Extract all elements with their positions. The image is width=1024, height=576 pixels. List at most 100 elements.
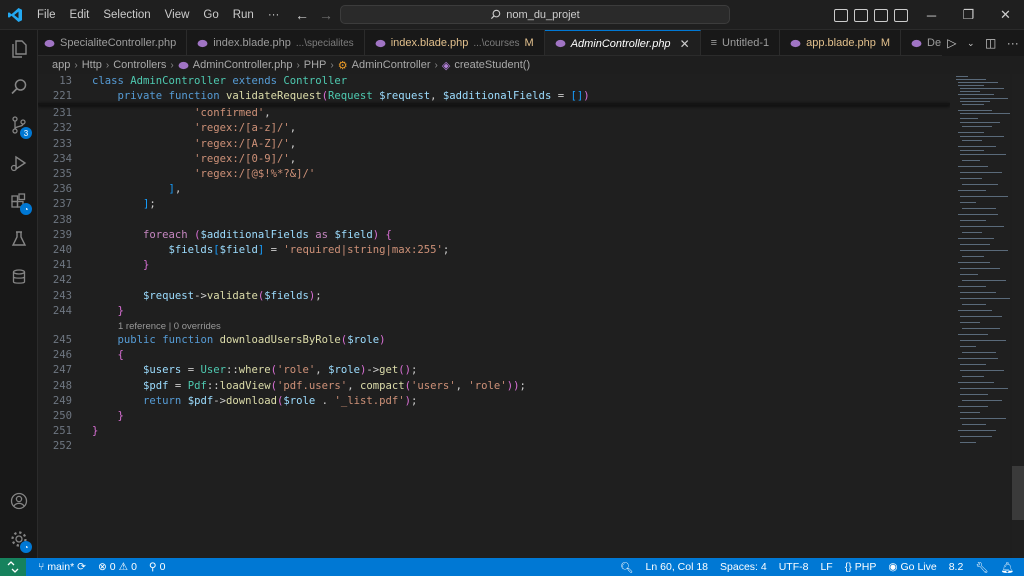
settings-icon[interactable]: ◔: [0, 520, 38, 558]
search-icon: [491, 9, 501, 20]
code-text: {: [117, 349, 124, 362]
tab-index-blade-courses[interactable]: index.blade.php ...\courses M: [365, 30, 545, 55]
line-number: 233: [52, 137, 72, 150]
toggle-primary-sidebar-icon[interactable]: [834, 8, 848, 22]
more-actions-icon[interactable]: ···: [1007, 36, 1019, 50]
code-text: 'regex:/[0-9]/',: [194, 152, 297, 165]
menu-go[interactable]: Go: [196, 0, 225, 30]
php-file-icon: [555, 39, 566, 48]
remote-indicator-icon[interactable]: [0, 558, 26, 576]
database-icon[interactable]: [0, 258, 38, 296]
toggle-secondary-sidebar-icon[interactable]: [874, 8, 888, 22]
testing-icon[interactable]: [0, 220, 38, 258]
ports-status[interactable]: ⚲ 0: [149, 561, 166, 573]
tab-description: ...\courses: [473, 37, 520, 49]
indentation[interactable]: Spaces: 4: [720, 561, 767, 573]
code-text: public function downloadUsersByRole($rol…: [117, 334, 386, 346]
chevron-right-icon: ›: [74, 59, 78, 71]
editor-tabs: SpecialiteController.php index.blade.php…: [38, 30, 1024, 56]
line-number: 231: [52, 107, 72, 120]
account-icon[interactable]: [0, 482, 38, 520]
minimap[interactable]: [950, 74, 1010, 558]
code-line: 237 ];: [38, 197, 950, 212]
encoding[interactable]: UTF-8: [779, 561, 809, 573]
run-dropdown-chevron-icon[interactable]: ⌄: [967, 38, 975, 49]
error-icon: ⊗: [97, 561, 107, 573]
menu-file[interactable]: File: [30, 0, 63, 30]
code-text: private function validateRequest(Request…: [117, 90, 590, 103]
breadcrumb-item[interactable]: app: [52, 59, 70, 71]
customize-layout-icon[interactable]: [894, 8, 908, 22]
chevron-right-icon: ›: [170, 59, 174, 71]
command-center-search[interactable]: nom_du_projet: [340, 5, 730, 24]
go-live-label: Go Live: [900, 561, 937, 573]
restore-icon[interactable]: ❐: [950, 0, 987, 30]
run-file-icon[interactable]: ▷: [947, 36, 956, 50]
line-number: 239: [52, 228, 72, 241]
close-tab-icon[interactable]: ✕: [680, 37, 690, 51]
code-line: 247 $users = User::where('role', $role)-…: [38, 363, 950, 378]
line-number: 248: [52, 379, 72, 392]
line-number: 243: [52, 289, 72, 302]
menu-selection[interactable]: Selection: [96, 0, 157, 30]
tab-index-blade-specialites[interactable]: index.blade.php ...\specialites: [187, 30, 365, 55]
zoom-search-icon[interactable]: 🔍︎: [620, 561, 633, 574]
code-line: 235 'regex:/[@$!%*?&]/': [38, 167, 950, 182]
branch-status[interactable]: ⑂ main* ⟳: [38, 561, 86, 573]
line-number: 250: [52, 410, 72, 422]
tab-label: index.blade.php: [213, 37, 291, 49]
php-version[interactable]: 8.2: [949, 561, 964, 573]
language-mode[interactable]: {} PHP: [845, 561, 877, 573]
breadcrumb-item[interactable]: createStudent(): [454, 59, 530, 71]
close-window-icon[interactable]: ✕: [987, 0, 1024, 30]
chevron-right-icon: ›: [105, 59, 110, 71]
breadcrumb-item[interactable]: AdminController: [352, 59, 431, 71]
back-arrow-icon[interactable]: ←: [295, 7, 309, 23]
code-lens-text[interactable]: 1 reference | 0 overrides: [118, 319, 221, 334]
go-live-button[interactable]: ◉ Go Live: [888, 561, 936, 573]
breadcrumb: app › Http › Controllers › AdminControll…: [38, 56, 1024, 74]
menu-edit[interactable]: Edit: [63, 0, 97, 30]
extensions-icon[interactable]: ◔: [0, 182, 38, 220]
code-text: 'regex:/[@$!%*?&]/': [194, 168, 316, 180]
problems-status[interactable]: ⊗ 0 ⚠ 0: [98, 561, 137, 573]
tab-untitled-1[interactable]: ≡ Untitled-1: [701, 30, 781, 55]
wrench-icon[interactable]: 🔧︎: [975, 561, 988, 574]
menu-view[interactable]: View: [158, 0, 197, 30]
end-of-line[interactable]: LF: [820, 561, 832, 573]
menu-run[interactable]: Run: [226, 0, 261, 30]
code-text: }: [92, 425, 99, 438]
breadcrumb-item[interactable]: AdminController.php: [193, 59, 293, 71]
code-editor[interactable]: 13 class AdminController extends Controll…: [38, 74, 950, 558]
minimize-icon[interactable]: ─: [913, 0, 950, 30]
tab-specialite-controller[interactable]: SpecialiteController.php: [38, 30, 188, 55]
forward-arrow-icon[interactable]: →: [319, 7, 333, 23]
code-line: 246 {: [38, 348, 950, 363]
line-number: 242: [52, 274, 72, 287]
code-line: 243 $request->validate($fields);: [38, 289, 950, 304]
tab-admin-controller[interactable]: AdminController.php ✕: [544, 30, 701, 55]
split-editor-icon[interactable]: ◫: [985, 36, 996, 50]
menu-more[interactable]: ···: [261, 0, 287, 30]
source-control-icon[interactable]: 3: [0, 106, 38, 144]
cursor-position[interactable]: Ln 60, Col 18: [646, 561, 708, 573]
code-line: 249 return $pdf->download($role . '_list…: [38, 394, 950, 409]
notifications-bell-icon[interactable]: 🔔︎: [1001, 561, 1014, 574]
code-text: foreach ($additionalFields as $field) {: [143, 228, 392, 241]
search-icon[interactable]: [0, 68, 38, 106]
toggle-panel-icon[interactable]: [854, 8, 868, 22]
tab-app-blade[interactable]: app.blade.php M: [780, 30, 902, 55]
line-number: 240: [52, 244, 72, 256]
breadcrumb-item[interactable]: PHP: [304, 59, 327, 71]
explorer-icon[interactable]: [0, 30, 38, 68]
breadcrumb-item[interactable]: Http: [82, 59, 102, 71]
code-line: 238: [38, 213, 950, 228]
run-debug-icon[interactable]: [0, 144, 38, 182]
vscode-logo-icon: [0, 0, 30, 30]
tab-modified-indicator: M: [524, 37, 534, 49]
method-symbol-icon: ◈: [441, 59, 451, 72]
breadcrumb-item[interactable]: Controllers: [113, 59, 166, 71]
code-lens[interactable]: 1 reference | 0 overrides: [38, 319, 950, 334]
error-count: 0: [109, 561, 116, 573]
scrollbar-thumb[interactable]: [1012, 466, 1024, 520]
